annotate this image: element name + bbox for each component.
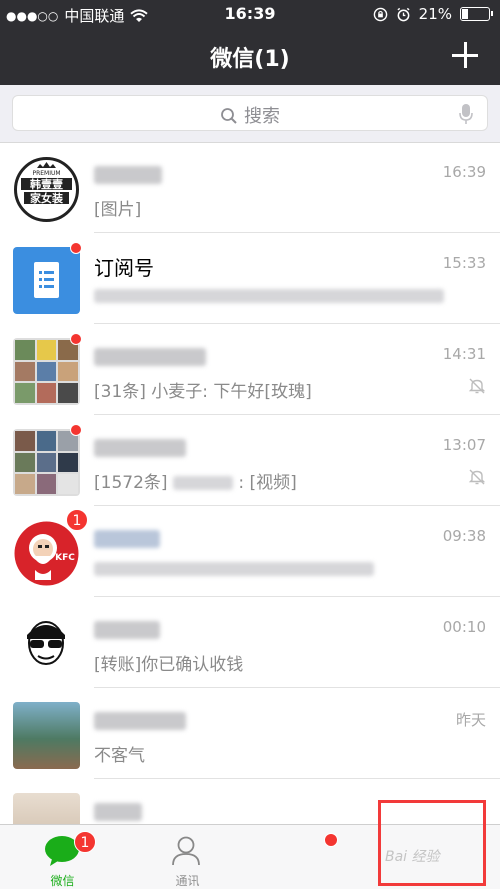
avatar-text: KFC	[55, 553, 75, 563]
chat-time: 09:38	[442, 527, 486, 545]
microphone-icon[interactable]	[459, 103, 473, 125]
chat-title	[94, 343, 206, 367]
chat-time: 16:39	[442, 163, 486, 181]
mute-icon	[468, 469, 486, 485]
avatar-text: 韩壹壹	[30, 177, 63, 191]
tab-dot	[324, 833, 338, 847]
chat-row[interactable]: KFC 1 09:38	[0, 507, 500, 597]
chat-row[interactable]: 不客气 昨天	[0, 689, 500, 779]
avatar-text: PREMIUM	[32, 170, 60, 177]
alarm-icon	[397, 7, 410, 21]
chat-preview	[94, 559, 374, 579]
chat-preview-text: : [视频]	[238, 473, 297, 493]
search-icon	[221, 108, 237, 124]
watermark: Bai 经验	[385, 849, 440, 865]
chat-preview: [31条] 小麦子: 下午好[玫瑰]	[94, 382, 312, 402]
tab-badge: 1	[74, 831, 96, 853]
tab-discover[interactable]	[250, 825, 375, 889]
chat-preview: [图片]	[94, 200, 142, 220]
chat-preview: [转账]你已确认收钱	[94, 655, 244, 675]
chat-row[interactable]: [转账]你已确认收钱 00:10	[0, 598, 500, 688]
chat-time: 15:33	[442, 254, 486, 272]
chat-time: 13:07	[442, 436, 486, 454]
tab-contacts[interactable]: 通讯	[125, 825, 250, 889]
contacts-icon	[172, 836, 200, 866]
unread-badge: 1	[66, 509, 88, 531]
tab-label: 微信	[50, 874, 75, 888]
chat-preview-count: [1572条]	[94, 473, 168, 493]
unread-dot	[70, 242, 82, 254]
chat-title	[94, 434, 186, 458]
nav-bar: 微信(1)	[0, 28, 500, 85]
chat-time: 14:31	[442, 345, 486, 363]
battery-icon	[460, 7, 493, 21]
battery-percent: 21%	[418, 5, 452, 23]
chat-preview: [1572条] : [视频]	[94, 468, 297, 493]
chat-title: 订阅号	[94, 256, 154, 280]
chat-preview: 不客气	[94, 746, 145, 766]
avatar	[13, 611, 80, 678]
chat-title	[94, 798, 142, 822]
tab-chats[interactable]: 1 微信	[0, 825, 125, 889]
chat-preview	[94, 286, 444, 306]
add-icon[interactable]	[452, 42, 478, 68]
unread-dot	[70, 424, 82, 436]
page-title: 微信(1)	[210, 47, 290, 72]
avatar	[13, 702, 80, 769]
highlight-box	[378, 800, 486, 886]
search-placeholder: 搜索	[244, 106, 280, 127]
chat-row[interactable]: [1572条] : [视频] 13:07	[0, 416, 500, 506]
chat-title	[94, 525, 160, 549]
chat-row[interactable]: 订阅号 15:33	[0, 234, 500, 324]
avatar-text: 家女装	[30, 191, 63, 205]
chat-time: 00:10	[442, 618, 486, 636]
tab-label: 通讯	[175, 874, 200, 888]
chat-title	[94, 161, 162, 185]
chat-row[interactable]: PREMIUM 韩壹壹 家女装 [图片] 16:39	[0, 143, 500, 233]
search-input[interactable]: 搜索	[12, 95, 488, 131]
chat-title	[94, 707, 186, 731]
unread-dot	[70, 333, 82, 345]
status-bar: ●●●○○ 中国联通 16:39 21%	[0, 0, 500, 28]
search-bar: 搜索	[0, 85, 500, 143]
subscription-avatar	[13, 247, 80, 314]
group-avatar	[13, 338, 80, 405]
subscription-icon	[34, 262, 59, 298]
chat-time: 昨天	[455, 711, 486, 729]
chat-row[interactable]: [31条] 小麦子: 下午好[玫瑰] 14:31	[0, 325, 500, 415]
mute-icon	[468, 378, 486, 394]
group-avatar	[13, 429, 80, 496]
avatar: PREMIUM 韩壹壹 家女装	[13, 156, 80, 223]
kfc-avatar: KFC	[13, 520, 80, 587]
chat-title	[94, 616, 160, 640]
rotation-lock-icon	[373, 7, 387, 21]
